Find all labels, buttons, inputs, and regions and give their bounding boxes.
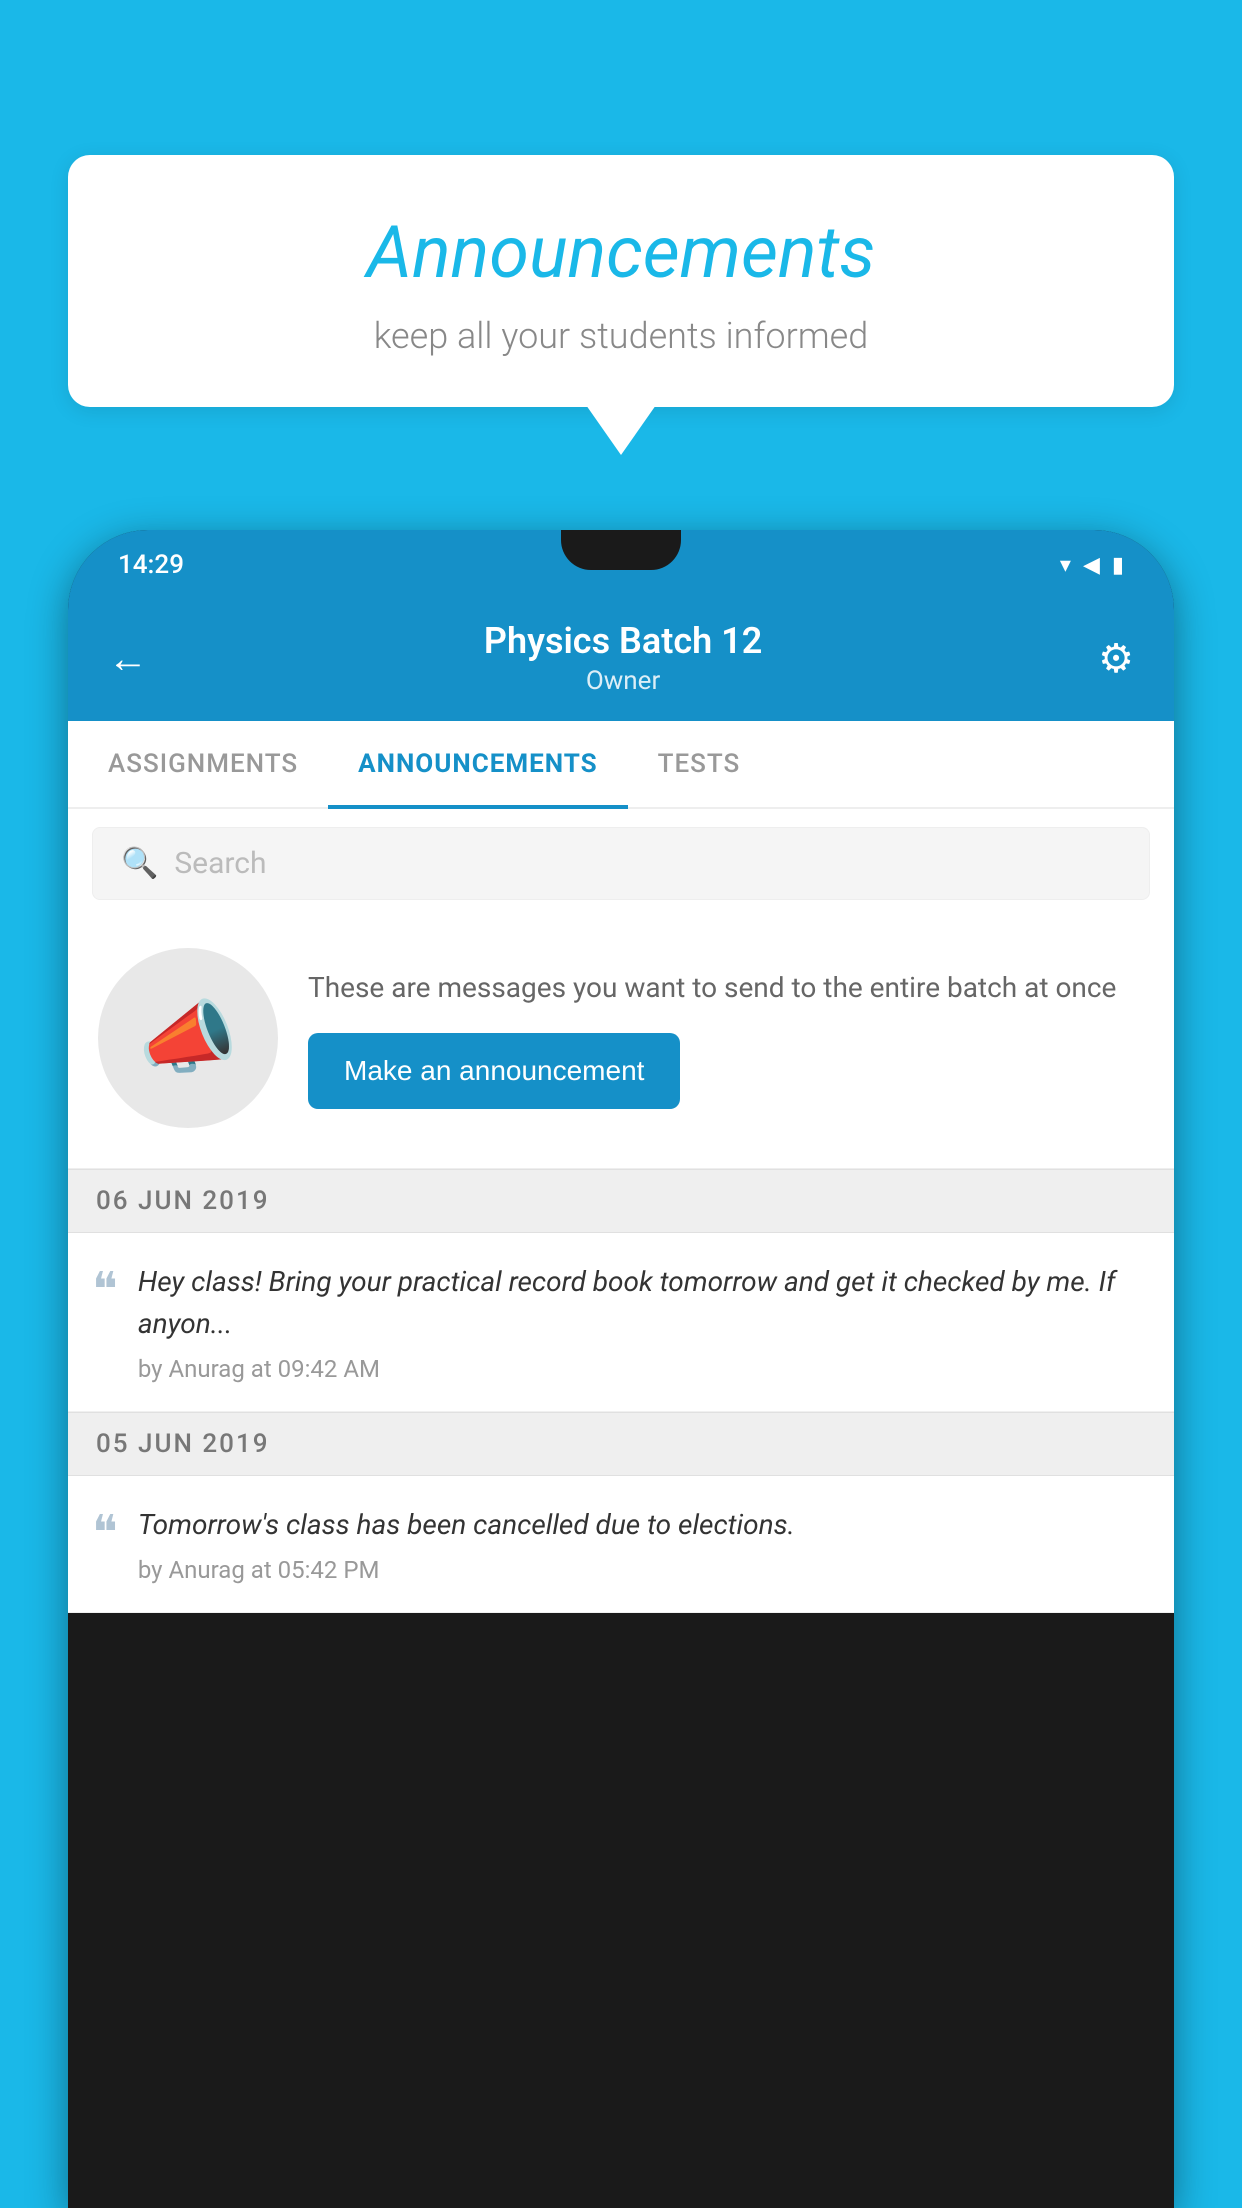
quote-icon-1: ❝ [92,1266,118,1314]
bubble-title: Announcements [128,210,1114,295]
promo-section: 📣 These are messages you want to send to… [68,918,1174,1169]
announcement-meta-1: by Anurag at 09:42 AM [138,1355,1146,1383]
tab-bar: ASSIGNMENTS ANNOUNCEMENTS TESTS [68,721,1174,809]
speech-bubble-card: Announcements keep all your students inf… [68,155,1174,407]
make-announcement-button[interactable]: Make an announcement [308,1033,680,1109]
settings-icon[interactable]: ⚙ [1098,635,1134,682]
battery-icon: ▮ [1112,553,1124,578]
speech-bubble-section: Announcements keep all your students inf… [68,155,1174,455]
announcement-text-1: Hey class! Bring your practical record b… [138,1261,1146,1345]
phone-frame: 14:29 ▾ ◀ ▮ ← Physics Batch 12 Owner ⚙ A… [68,530,1174,2208]
status-icons: ▾ ◀ ▮ [1060,553,1124,578]
date-separator-2: 05 JUN 2019 [68,1412,1174,1476]
megaphone-icon: 📣 [138,991,238,1085]
announcement-body-1: Hey class! Bring your practical record b… [138,1261,1146,1383]
quote-icon-2: ❝ [92,1509,118,1557]
speech-bubble-tail [586,405,656,455]
announcement-meta-2: by Anurag at 05:42 PM [138,1556,1146,1584]
notch [561,530,681,570]
batch-title: Physics Batch 12 [484,620,762,662]
tab-tests[interactable]: TESTS [628,721,771,807]
tab-announcements[interactable]: ANNOUNCEMENTS [328,721,627,807]
owner-label: Owner [484,666,762,696]
phone-mockup: 14:29 ▾ ◀ ▮ ← Physics Batch 12 Owner ⚙ A… [68,530,1174,2208]
signal-icon: ◀ [1083,553,1100,578]
wifi-icon: ▾ [1060,553,1071,578]
date-separator-1: 06 JUN 2019 [68,1169,1174,1233]
search-icon: 🔍 [121,846,158,881]
search-placeholder-text: Search [174,846,266,881]
back-button[interactable]: ← [108,635,148,682]
megaphone-circle: 📣 [98,948,278,1128]
announcement-text-2: Tomorrow's class has been cancelled due … [138,1504,1146,1546]
search-bar-container: 🔍 Search [68,809,1174,918]
promo-description: These are messages you want to send to t… [308,967,1144,1009]
header-title-section: Physics Batch 12 Owner [484,620,762,696]
status-time: 14:29 [118,550,184,580]
announcement-body-2: Tomorrow's class has been cancelled due … [138,1504,1146,1584]
promo-right: These are messages you want to send to t… [308,967,1144,1109]
status-bar: 14:29 ▾ ◀ ▮ [68,530,1174,600]
bubble-subtitle: keep all your students informed [128,315,1114,357]
announcement-item-2[interactable]: ❝ Tomorrow's class has been cancelled du… [68,1476,1174,1613]
tab-assignments[interactable]: ASSIGNMENTS [78,721,328,807]
app-header: ← Physics Batch 12 Owner ⚙ [68,600,1174,721]
announcement-item-1[interactable]: ❝ Hey class! Bring your practical record… [68,1233,1174,1412]
search-bar[interactable]: 🔍 Search [92,827,1150,900]
